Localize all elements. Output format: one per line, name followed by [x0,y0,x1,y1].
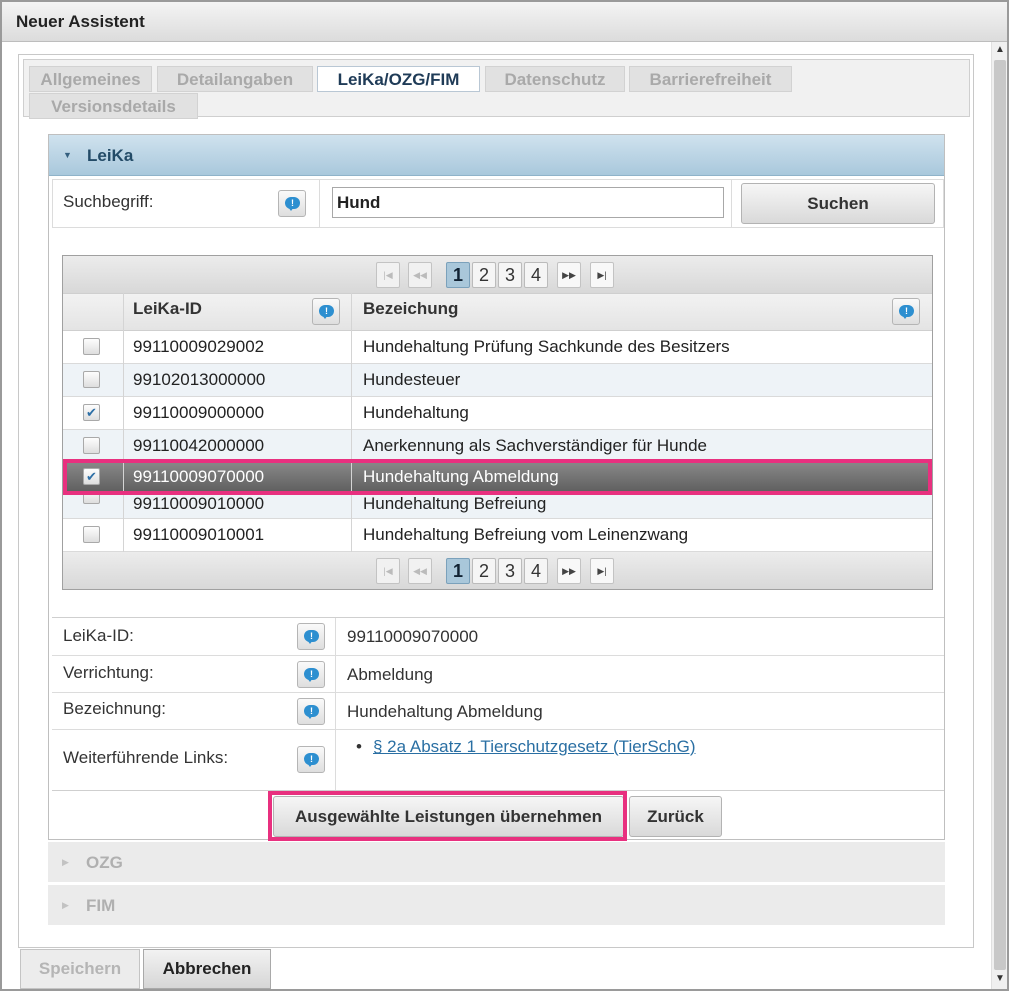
highlight-apply-button [268,791,627,841]
first-page-icon[interactable]: |◀ [376,262,400,288]
page-3[interactable]: 3 [498,558,522,584]
search-button[interactable]: Suchen [741,183,935,224]
detail-bezeichnung-info-icon[interactable]: ! [297,698,325,725]
detail-bezeichnung-value: Hundehaltung Abmeldung [347,702,543,721]
row-leika-id: 99110009029002 [133,337,265,356]
pager-bottom: |◀ ◀◀ 1 2 3 4 ▶▶ ▶| [63,552,932,589]
table-row[interactable]: 99110009029002 Hundehaltung Prüfung Sach… [63,331,932,364]
wizard-dialog: Neuer Assistent ▲ ▼ Allgemeines Detailan… [0,0,1009,991]
detail-row-leika-id: LeiKa-ID: ! 99110009070000 [52,618,944,656]
row-bezeichnung: Hundehaltung [363,403,469,422]
search-row: Suchbegriff: ! Hund Suchen [52,179,944,228]
table-row[interactable]: 99110009010001 Hundehaltung Befreiung vo… [63,519,932,552]
tab-barrierefreiheit[interactable]: Barrierefreiheit [629,66,792,92]
row-leika-id: 99110042000000 [133,436,265,455]
action-bar: Ausgewählte Leistungen übernehmen Zurück [52,790,944,841]
detail-links-label: Weiterführende Links: [63,748,229,767]
row-checkbox[interactable] [83,338,100,355]
row-checkbox[interactable] [83,526,100,543]
leika-section: ▼ LeiKa Suchbegriff: ! Hund Suchen |◀ ◀◀… [48,134,945,841]
search-label: Suchbegriff: [63,192,154,211]
first-page-icon[interactable]: |◀ [376,558,400,584]
detail-id-value: 99110009070000 [347,627,479,646]
pager-top: |◀ ◀◀ 1 2 3 4 ▶▶ ▶| [63,256,932,293]
tierschg-link[interactable]: § 2a Absatz 1 Tierschutzgesetz (TierSchG… [373,737,696,757]
leika-section-header[interactable]: ▼ LeiKa [49,135,944,176]
save-button[interactable]: Speichern [20,949,140,989]
page-4[interactable]: 4 [524,262,548,288]
row-bezeichnung: Hundehaltung Befreiung [363,494,547,513]
page-2[interactable]: 2 [472,558,496,584]
dialog-content: Allgemeines Detailangaben LeiKa/OZG/FIM … [18,54,974,948]
leika-id-info-icon[interactable]: ! [312,298,340,325]
row-bezeichnung: Anerkennung als Sachverständiger für Hun… [363,436,707,455]
tab-allgemeines[interactable]: Allgemeines [29,66,152,92]
fim-accordion[interactable]: ▶ FIM [48,885,945,926]
scroll-down-icon[interactable]: ▼ [992,971,1008,987]
last-page-icon[interactable]: ▶| [590,558,614,584]
next-page-icon[interactable]: ▶▶ [557,262,581,288]
detail-row-links: Weiterführende Links: ! • § 2a Absatz 1 … [52,730,944,790]
tab-versionsdetails[interactable]: Versionsdetails [29,93,198,119]
row-bezeichnung: Hundehaltung Befreiung vom Leinenzwang [363,525,689,544]
row-checkbox[interactable] [83,371,100,388]
tab-bar: Allgemeines Detailangaben LeiKa/OZG/FIM … [23,59,970,119]
vertical-scrollbar[interactable]: ▲ ▼ [991,42,1007,989]
dialog-title: Neuer Assistent [2,2,1007,42]
expand-triangle-icon: ▶ [62,900,69,910]
tab-datenschutz[interactable]: Datenschutz [485,66,625,92]
table-row[interactable]: ✔ 99110009000000 Hundehaltung [63,397,932,430]
row-checkbox-checked[interactable]: ✔ [83,404,100,421]
scroll-up-icon[interactable]: ▲ [992,42,1008,58]
column-bezeichnung[interactable]: Bezeichung [363,294,458,324]
prev-page-icon[interactable]: ◀◀ [408,558,432,584]
row-bezeichnung: Hundesteuer [363,370,461,389]
highlight-selected-row [63,459,932,495]
detail-verrichtung-info-icon[interactable]: ! [297,661,325,688]
search-info-icon[interactable]: ! [278,190,306,217]
ozg-accordion[interactable]: ▶ OZG [48,842,945,883]
collapse-triangle-icon: ▼ [63,150,72,160]
last-page-icon[interactable]: ▶| [590,262,614,288]
bullet-icon: • [356,737,362,756]
row-leika-id: 99110009010000 [133,494,265,513]
row-bezeichnung: Hundehaltung Prüfung Sachkunde des Besit… [363,337,730,356]
detail-panel: LeiKa-ID: ! 99110009070000 Verrichtung: … [52,617,944,790]
bezeichnung-info-icon[interactable]: ! [892,298,920,325]
row-leika-id: 99102013000000 [133,370,266,389]
table-row[interactable]: 99110009010000 Hundehaltung Befreiung [63,493,932,519]
page-4[interactable]: 4 [524,558,548,584]
scroll-thumb[interactable] [994,60,1006,970]
detail-id-label: LeiKa-ID: [63,626,134,645]
back-button[interactable]: Zurück [629,796,722,837]
detail-links-info-icon[interactable]: ! [297,746,325,773]
tab-leika-ozg-fim[interactable]: LeiKa/OZG/FIM [317,66,480,92]
row-leika-id: 99110009010001 [133,525,265,544]
search-input[interactable]: Hund [332,187,724,218]
page-1[interactable]: 1 [446,558,470,584]
grid-header: LeiKa-ID ! Bezeichung ! [63,293,932,331]
cancel-button[interactable]: Abbrechen [143,949,271,989]
row-leika-id: 99110009000000 [133,403,265,422]
page-2[interactable]: 2 [472,262,496,288]
page-1[interactable]: 1 [446,262,470,288]
table-row[interactable]: 99102013000000 Hundesteuer [63,364,932,397]
detail-verrichtung-value: Abmeldung [347,665,434,684]
detail-bezeichnung-label: Bezeichnung: [63,699,167,718]
leika-results-grid: |◀ ◀◀ 1 2 3 4 ▶▶ ▶| LeiKa-ID ! Bezeichun… [62,255,933,590]
leika-header-label: LeiKa [87,146,134,165]
tab-detailangaben[interactable]: Detailangaben [157,66,313,92]
row-checkbox[interactable] [83,437,100,454]
fim-label: FIM [86,896,116,915]
ozg-label: OZG [86,853,123,872]
detail-verrichtung-label: Verrichtung: [63,663,154,682]
page-3[interactable]: 3 [498,262,522,288]
column-leika-id[interactable]: LeiKa-ID [133,294,202,324]
detail-id-info-icon[interactable]: ! [297,623,325,650]
detail-row-bezeichnung: Bezeichnung: ! Hundehaltung Abmeldung [52,693,944,730]
detail-row-verrichtung: Verrichtung: ! Abmeldung [52,656,944,693]
expand-triangle-icon: ▶ [62,857,69,867]
next-page-icon[interactable]: ▶▶ [557,558,581,584]
prev-page-icon[interactable]: ◀◀ [408,262,432,288]
